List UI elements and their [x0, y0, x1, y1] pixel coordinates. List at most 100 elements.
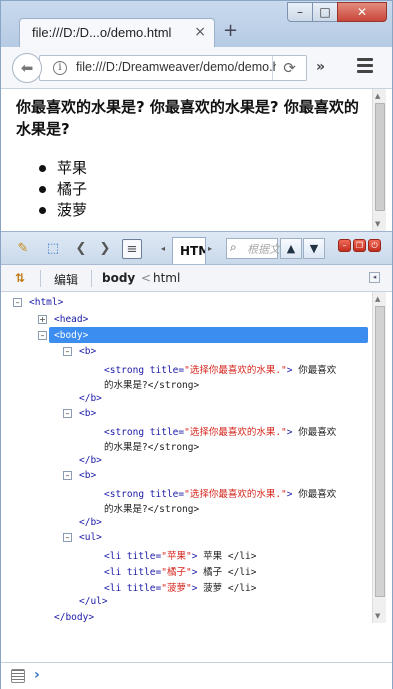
- devtools-minimize-icon[interactable]: –: [338, 239, 351, 252]
- node-b-close: </b>: [79, 455, 102, 466]
- devtools-close-icon[interactable]: ⏻: [368, 239, 381, 252]
- back-arrow-icon[interactable]: ❮: [71, 239, 91, 259]
- strong-text-cont: 的水果是?</strong>: [104, 380, 200, 391]
- scroll-thumb[interactable]: [375, 306, 385, 597]
- node-b[interactable]: <b>: [79, 470, 96, 481]
- attr-name: title=: [126, 551, 162, 562]
- firebug-icon[interactable]: ✎: [13, 239, 33, 259]
- command-line[interactable]: ›: [1, 662, 392, 689]
- edit-button[interactable]: 编辑: [54, 271, 78, 288]
- forward-arrow-icon[interactable]: ❯: [95, 239, 115, 259]
- scroll-down-icon[interactable]: ▼: [375, 612, 380, 620]
- node-strong[interactable]: <strong title="选择你最喜欢的水果."> 你最喜欢: [104, 424, 336, 438]
- collapse-icon[interactable]: –: [63, 347, 72, 356]
- tag-end: >: [191, 551, 198, 562]
- collapse-icon[interactable]: –: [38, 331, 47, 340]
- url-bar[interactable]: i file:///D:/Dreamweaver/demo/demo.html …: [39, 55, 307, 81]
- scroll-up-icon[interactable]: ▲: [375, 92, 380, 100]
- collapse-icon[interactable]: –: [63, 533, 72, 542]
- close-tab-icon[interactable]: ×: [194, 24, 206, 40]
- expand-icon[interactable]: +: [38, 315, 47, 324]
- devtools-panel: ✎ ⬚ ❮ ❯ ≡ ◂ HTML ▸ ⌕ 根据文 ▲ ▼ – ❐ ⏻ ⇅ 编辑 …: [1, 231, 392, 689]
- overflow-chevron-icon[interactable]: »: [316, 59, 325, 75]
- devtools-search-input[interactable]: ⌕ 根据文: [226, 238, 280, 259]
- tag-name: <strong: [104, 365, 145, 376]
- tag-end: >: [286, 489, 293, 500]
- console-icon[interactable]: ≡: [122, 239, 142, 259]
- node-head[interactable]: <head>: [54, 314, 88, 325]
- back-button[interactable]: ⬅: [12, 53, 42, 83]
- breadcrumb-html[interactable]: html: [153, 271, 180, 285]
- minimize-button[interactable]: –: [287, 2, 313, 22]
- devtools-breadcrumb-bar: ⇅ 编辑 body < html ◂: [1, 265, 392, 292]
- reload-icon[interactable]: ⟳: [272, 56, 306, 80]
- tab-scroll-left-icon[interactable]: ◂: [153, 239, 173, 259]
- close-window-button[interactable]: ✕: [337, 2, 387, 22]
- collapse-icon[interactable]: –: [13, 298, 22, 307]
- node-b-close: </b>: [79, 517, 102, 528]
- node-html[interactable]: <html>: [29, 297, 63, 308]
- edit-mode-icon[interactable]: ⇅: [15, 271, 25, 285]
- node-li[interactable]: <li title="苹果"> 苹果 </li>: [104, 548, 256, 562]
- attr-value: "选择你最喜欢的水果.": [184, 427, 287, 438]
- node-strong[interactable]: <strong title="选择你最喜欢的水果."> 你最喜欢: [104, 362, 336, 376]
- tree-scrollbar[interactable]: ▲ ▼: [372, 292, 386, 623]
- text-node: 你最喜欢: [298, 427, 337, 438]
- tab-scroll-right-icon[interactable]: ▸: [200, 239, 220, 259]
- side-panel-toggle-icon[interactable]: ◂: [369, 272, 380, 283]
- tag-end: >: [286, 365, 293, 376]
- attr-value: "苹果": [161, 551, 192, 562]
- tag-end: >: [191, 583, 198, 594]
- attr-name: title=: [126, 583, 162, 594]
- scroll-up-icon[interactable]: ▲: [375, 295, 380, 303]
- tag-end: >: [191, 567, 198, 578]
- attr-name: title=: [149, 427, 185, 438]
- collapse-icon[interactable]: –: [63, 471, 72, 480]
- node-li[interactable]: <li title="橘子"> 橘子 </li>: [104, 564, 256, 578]
- maximize-button[interactable]: □: [312, 2, 338, 22]
- attr-value: "选择你最喜欢的水果.": [184, 489, 287, 500]
- scroll-down-icon[interactable]: ▼: [375, 220, 380, 228]
- navigation-bar: i file:///D:/Dreamweaver/demo/demo.html …: [1, 47, 392, 89]
- tab-demo[interactable]: file:///D:/D...o/demo.html ×: [19, 18, 215, 48]
- attr-value: "橘子": [161, 567, 192, 578]
- node-b-close: </b>: [79, 393, 102, 404]
- node-strong[interactable]: <strong title="选择你最喜欢的水果."> 你最喜欢: [104, 486, 336, 500]
- node-b[interactable]: <b>: [79, 408, 96, 419]
- page-content: 你最喜欢的水果是? 你最喜欢的水果是? 你最喜欢的水果是? 苹果 橘子 菠萝 ▲…: [1, 89, 392, 231]
- inspect-icon[interactable]: ⬚: [43, 239, 63, 259]
- text-node: 苹果 </li>: [203, 551, 257, 562]
- attr-value: "菠萝": [161, 583, 192, 594]
- list-item: 菠萝: [39, 200, 87, 221]
- tag-name: <li: [104, 583, 122, 594]
- divider: [40, 270, 41, 287]
- attr-name: title=: [149, 489, 185, 500]
- info-icon[interactable]: i: [53, 61, 67, 75]
- divider: [91, 270, 92, 287]
- new-tab-button[interactable]: +: [223, 22, 238, 40]
- collapse-icon[interactable]: –: [63, 409, 72, 418]
- menu-icon[interactable]: [357, 58, 373, 76]
- selected-row-highlight: [49, 327, 368, 343]
- devtools-toolbar: ✎ ⬚ ❮ ❯ ≡ ◂ HTML ▸ ⌕ 根据文 ▲ ▼ – ❐ ⏻: [1, 232, 392, 265]
- search-previous-button[interactable]: ▲: [280, 238, 302, 259]
- page-scrollbar[interactable]: ▲ ▼: [372, 89, 386, 231]
- devtools-detach-icon[interactable]: ❐: [353, 239, 366, 252]
- node-ul[interactable]: <ul>: [79, 532, 102, 543]
- browser-window: file:///D:/D...o/demo.html × + – □ ✕ i f…: [0, 0, 393, 689]
- search-icon: ⌕: [230, 240, 237, 254]
- node-body-close: </body>: [54, 612, 95, 623]
- text-node: 你最喜欢: [298, 489, 337, 500]
- search-next-button[interactable]: ▼: [303, 238, 325, 259]
- node-b[interactable]: <b>: [79, 346, 96, 357]
- breadcrumb-body[interactable]: body: [102, 271, 135, 285]
- url-text[interactable]: file:///D:/Dreamweaver/demo/demo.html: [76, 60, 276, 74]
- list-item: 苹果: [39, 158, 87, 179]
- attr-value: "选择你最喜欢的水果.": [184, 365, 287, 376]
- node-li[interactable]: <li title="菠萝"> 菠萝 </li>: [104, 580, 256, 594]
- command-editor-icon[interactable]: [11, 669, 25, 683]
- scroll-thumb[interactable]: [375, 103, 385, 211]
- list-item: 橘子: [39, 179, 87, 200]
- node-body[interactable]: <body>: [54, 330, 88, 341]
- tag-name: <strong: [104, 427, 145, 438]
